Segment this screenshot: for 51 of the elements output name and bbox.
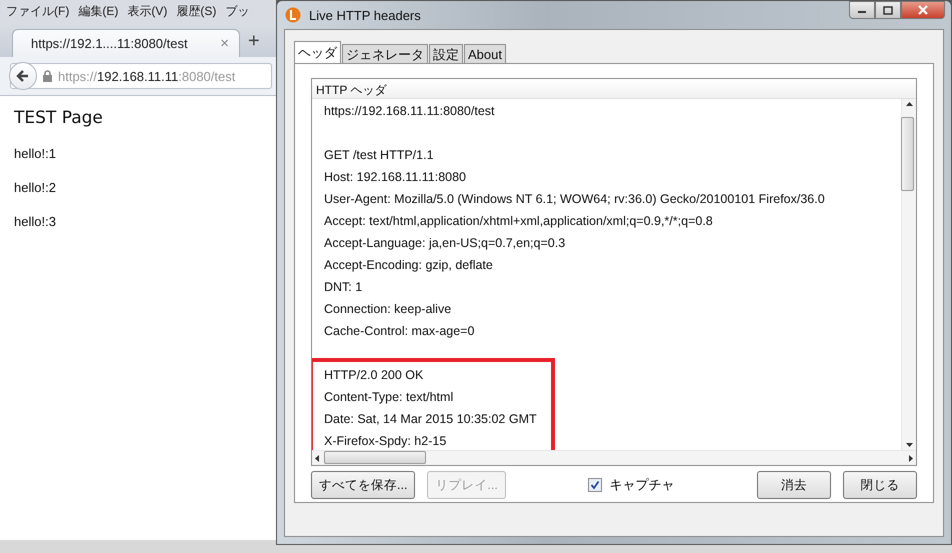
window-title: Live HTTP headers — [309, 8, 421, 22]
tab[interactable]: About — [464, 44, 506, 63]
tab[interactable]: 設定 — [429, 44, 463, 63]
new-tab-button[interactable]: + — [248, 30, 260, 57]
minimize-button[interactable] — [849, 1, 875, 19]
checkbox[interactable] — [588, 478, 602, 492]
browser-tab[interactable]: https://192.1....11:8080/test × — [12, 29, 240, 57]
scroll-down-icon[interactable] — [906, 443, 912, 447]
back-arrow-icon — [16, 69, 30, 83]
header-line: X-Firefox-Spdy: h2-15 — [324, 433, 446, 450]
action-button[interactable]: 閉じる — [843, 471, 917, 499]
menu-item[interactable]: ブッ — [225, 3, 250, 20]
header-line: Cache-Control: max-age=0 — [324, 323, 474, 340]
header-line: Accept-Language: ja,en-US;q=0.7,en;q=0.3 — [324, 235, 566, 252]
header-line: Date: Sat, 14 Mar 2015 10:35:02 GMT — [324, 411, 537, 428]
header-line: Content-Type: text/html — [324, 389, 454, 406]
header-line: HTTP/2.0 200 OK — [324, 367, 424, 384]
capture-checkbox[interactable]: キャプチャ — [588, 476, 674, 494]
header-line: Accept: text/html,application/xhtml+xml,application/xml;q=0.9,*/*;q=0.8 — [324, 213, 713, 230]
header-line: https://192.168.11.11:8080/test — [324, 103, 495, 120]
action-button[interactable]: すべてを保存... — [311, 471, 416, 499]
scroll-left-icon[interactable] — [315, 454, 319, 462]
tab[interactable]: ヘッダ — [294, 41, 341, 64]
action-button[interactable]: 消去 — [757, 471, 831, 499]
close-icon — [917, 5, 929, 15]
menu-item[interactable]: 履歴(S) — [176, 3, 216, 20]
close-button[interactable] — [901, 1, 945, 19]
maximize-button[interactable] — [875, 1, 901, 19]
header-line: Accept-Encoding: gzip, deflate — [324, 257, 493, 274]
header-line: Host: 192.168.11.11:8080 — [324, 169, 466, 186]
menu-item[interactable]: 編集(E) — [78, 3, 118, 20]
scroll-up-icon[interactable] — [906, 102, 912, 106]
scrollbar-thumb[interactable] — [324, 451, 426, 464]
header-line: User-Agent: Mozilla/5.0 (Windows NT 6.1; WOW64; rv:36.0) Gecko/20100101 Firefox/36.0 — [324, 191, 825, 208]
header-line: Connection: keep-alive — [324, 301, 452, 318]
page-text: hello!:1 — [14, 146, 57, 161]
header-line: DNT: 1 — [324, 279, 362, 296]
menu-item[interactable]: 表示(V) — [127, 3, 168, 20]
scrollbar-thumb[interactable] — [901, 117, 914, 191]
address-bar[interactable]: https://192.168.11.11:8080/test — [10, 63, 272, 89]
scroll-right-icon[interactable] — [909, 454, 913, 462]
header-line: GET /test HTTP/1.1 — [324, 147, 434, 164]
app-icon — [285, 7, 301, 23]
page-heading: TEST Page — [14, 108, 104, 128]
page-text: hello!:2 — [14, 180, 57, 195]
tab[interactable]: ジェネレータ — [342, 44, 428, 63]
menu-item[interactable]: ファイル(F) — [6, 3, 70, 20]
lock-icon — [43, 70, 52, 82]
page-text: hello!:3 — [14, 214, 57, 229]
maximize-icon — [883, 6, 893, 14]
back-button[interactable] — [9, 62, 37, 90]
